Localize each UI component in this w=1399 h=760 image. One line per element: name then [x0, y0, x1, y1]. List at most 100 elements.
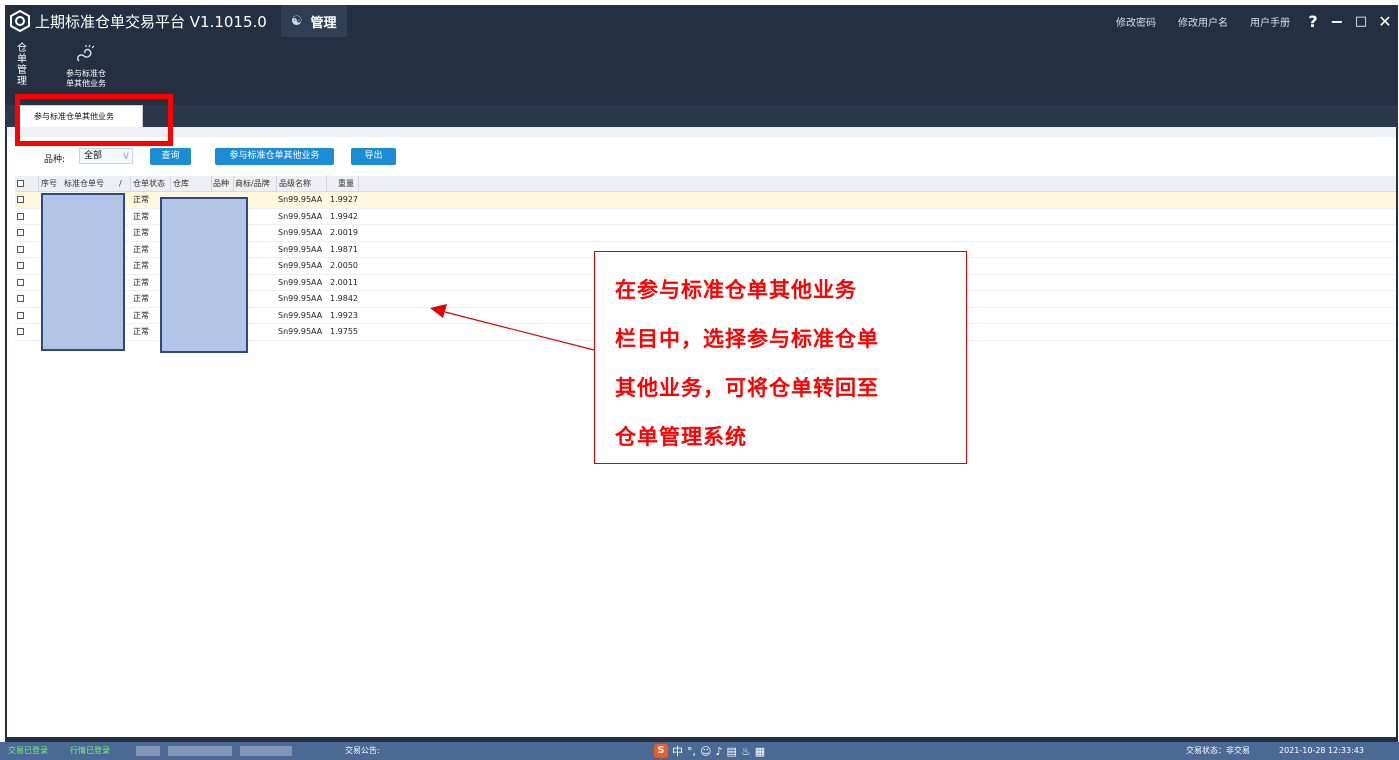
row-grade: Sn99.95AA	[278, 244, 323, 254]
ime-toolbar[interactable]: S 中 °, ☺ ♪ ▤ ♨ ▦	[654, 743, 765, 759]
user-manual-link[interactable]: 用户手册	[1250, 14, 1290, 29]
annotation-line-1: 在参与标准仓单其他业务	[615, 278, 857, 302]
row-weight: 2.0011	[330, 277, 358, 287]
row-status: 正常	[133, 294, 149, 303]
row-status: 正常	[133, 277, 149, 287]
redacted-status-text	[240, 746, 292, 756]
redacted-status-text	[168, 746, 232, 756]
row-grade: Sn99.95AA	[278, 277, 323, 287]
row-checkbox[interactable]	[17, 278, 24, 286]
row-grade: Sn99.95AA	[278, 261, 323, 270]
sort-icon: /	[119, 179, 122, 188]
header-grade[interactable]: 品级名称	[279, 176, 311, 192]
ime-voice-icon: ♪	[715, 744, 723, 758]
row-status: 正常	[133, 211, 149, 221]
col-divider	[211, 176, 212, 192]
row-checkbox[interactable]	[17, 262, 24, 269]
module-group-label: 仓单管理	[17, 43, 27, 87]
status-bar: 交易已登录 行情已登录 交易公告: S 中 °, ☺ ♪ ▤ ♨ ▦ 交易状态：…	[0, 742, 1399, 760]
toolbar: 品种: 全部 ∨ 查询 参与标准仓单其他业务 导出	[7, 145, 807, 165]
row-checkbox[interactable]	[17, 229, 24, 236]
app-title: 上期标准仓单交易平台 V1.1015.0	[35, 12, 267, 31]
header-brand[interactable]: 商标/品牌	[235, 176, 270, 192]
ime-punct-icon: °,	[687, 744, 696, 758]
change-username-link[interactable]: 修改用户名	[1178, 14, 1228, 29]
row-weight: 1.9927	[330, 195, 358, 204]
row-grade: Sn99.95AA	[278, 228, 323, 237]
module-item-label-2: 单其他业务	[66, 79, 106, 88]
notice-label: 交易公告:	[345, 746, 380, 755]
row-weight: 1.9755	[330, 327, 358, 336]
variety-filter-label: 品种:	[44, 155, 66, 165]
admin-label: 管理	[310, 15, 337, 31]
row-checkbox[interactable]	[17, 295, 24, 302]
header-weight[interactable]: 重量	[338, 176, 354, 192]
col-divider	[170, 176, 171, 192]
redacted-status-text	[136, 746, 160, 756]
col-divider	[276, 176, 277, 192]
ime-emoji-icon: ☺	[700, 744, 712, 758]
header-status[interactable]: 仓单状态	[133, 176, 165, 192]
module-item-other-business[interactable]: 参与标准仓 单其他业务	[51, 43, 121, 89]
row-weight: 1.9942	[330, 211, 358, 221]
other-business-button[interactable]: 参与标准仓单其他业务	[215, 148, 334, 165]
header-no[interactable]: 序号	[41, 176, 57, 192]
row-weight: 2.0050	[330, 261, 358, 270]
row-checkbox[interactable]	[17, 212, 24, 220]
title-bar: 上期标准仓单交易平台 V1.1015.0 ☯ 管理 修改密码 修改用户名 用户手…	[5, 5, 1398, 37]
app-logo-icon	[10, 10, 30, 32]
redacted-warrant-numbers	[41, 193, 125, 351]
row-grade: Sn99.95AA	[278, 195, 323, 204]
header-warrant-no[interactable]: 标准仓单号	[64, 176, 104, 192]
ime-skin-icon: ♨	[740, 744, 751, 758]
col-divider	[233, 176, 234, 192]
grid-header: 序号 标准仓单号 / 仓单状态 仓库 品种 商标/品牌 品级名称 重量	[15, 176, 1396, 192]
row-status: 正常	[133, 228, 149, 237]
row-grade: Sn99.95AA	[278, 310, 323, 320]
col-divider	[38, 176, 39, 192]
close-button[interactable]: ✕	[1374, 12, 1396, 31]
row-status: 正常	[133, 261, 149, 270]
link-icon	[76, 44, 95, 62]
row-grade: Sn99.95AA	[278, 294, 323, 303]
row-status: 正常	[133, 195, 149, 204]
row-status: 正常	[133, 310, 149, 320]
quote-login-status: 行情已登录	[70, 746, 110, 755]
chevron-down-icon: ∨	[121, 149, 130, 162]
tab-bar: 参与标准仓单其他业务	[5, 105, 1398, 127]
sogou-ime-icon: S	[654, 744, 668, 758]
export-button[interactable]: 导出	[351, 148, 396, 165]
maximize-button[interactable]: □	[1350, 14, 1372, 29]
variety-select[interactable]: 全部 ∨	[79, 148, 133, 164]
row-checkbox[interactable]	[17, 196, 24, 203]
minimize-button[interactable]: −	[1326, 12, 1348, 31]
help-button[interactable]: ?	[1302, 12, 1324, 31]
annotation-line-3: 其他业务，可将仓单转回至	[615, 376, 879, 400]
annotation-highlight-box	[15, 94, 173, 146]
admin-menu[interactable]: ☯ 管理	[280, 5, 347, 37]
annotation-line-2: 栏目中，选择参与标准仓单	[615, 327, 879, 351]
row-checkbox[interactable]	[17, 245, 24, 253]
ime-keyboard-icon: ▤	[726, 744, 737, 758]
row-weight: 1.9842	[330, 294, 358, 303]
trade-login-status: 交易已登录	[8, 746, 48, 755]
row-checkbox[interactable]	[17, 311, 24, 319]
user-icon: ☯	[290, 13, 303, 29]
content-top-strip	[7, 127, 1396, 137]
row-checkbox[interactable]	[17, 328, 24, 335]
variety-select-value: 全部	[84, 151, 103, 161]
row-status: 正常	[133, 327, 149, 336]
header-warehouse[interactable]: 仓库	[173, 176, 189, 192]
title-right-controls: 修改密码 修改用户名 用户手册 ? − □ ✕	[1116, 5, 1398, 37]
select-all-checkbox[interactable]	[17, 180, 24, 187]
header-variety[interactable]: 品种	[213, 176, 229, 192]
annotation-line-4: 仓单管理系统	[615, 425, 747, 449]
query-button[interactable]: 查询	[150, 148, 191, 165]
row-grade: Sn99.95AA	[278, 327, 323, 336]
module-item-label-1: 参与标准仓	[66, 69, 106, 78]
trade-status: 交易状态：非交易	[1186, 746, 1250, 755]
change-password-link[interactable]: 修改密码	[1116, 14, 1156, 29]
module-band: 仓单管理 参与标准仓 单其他业务	[5, 37, 1398, 105]
row-weight: 1.9871	[330, 244, 358, 254]
ime-menu-icon: ▦	[754, 744, 766, 758]
